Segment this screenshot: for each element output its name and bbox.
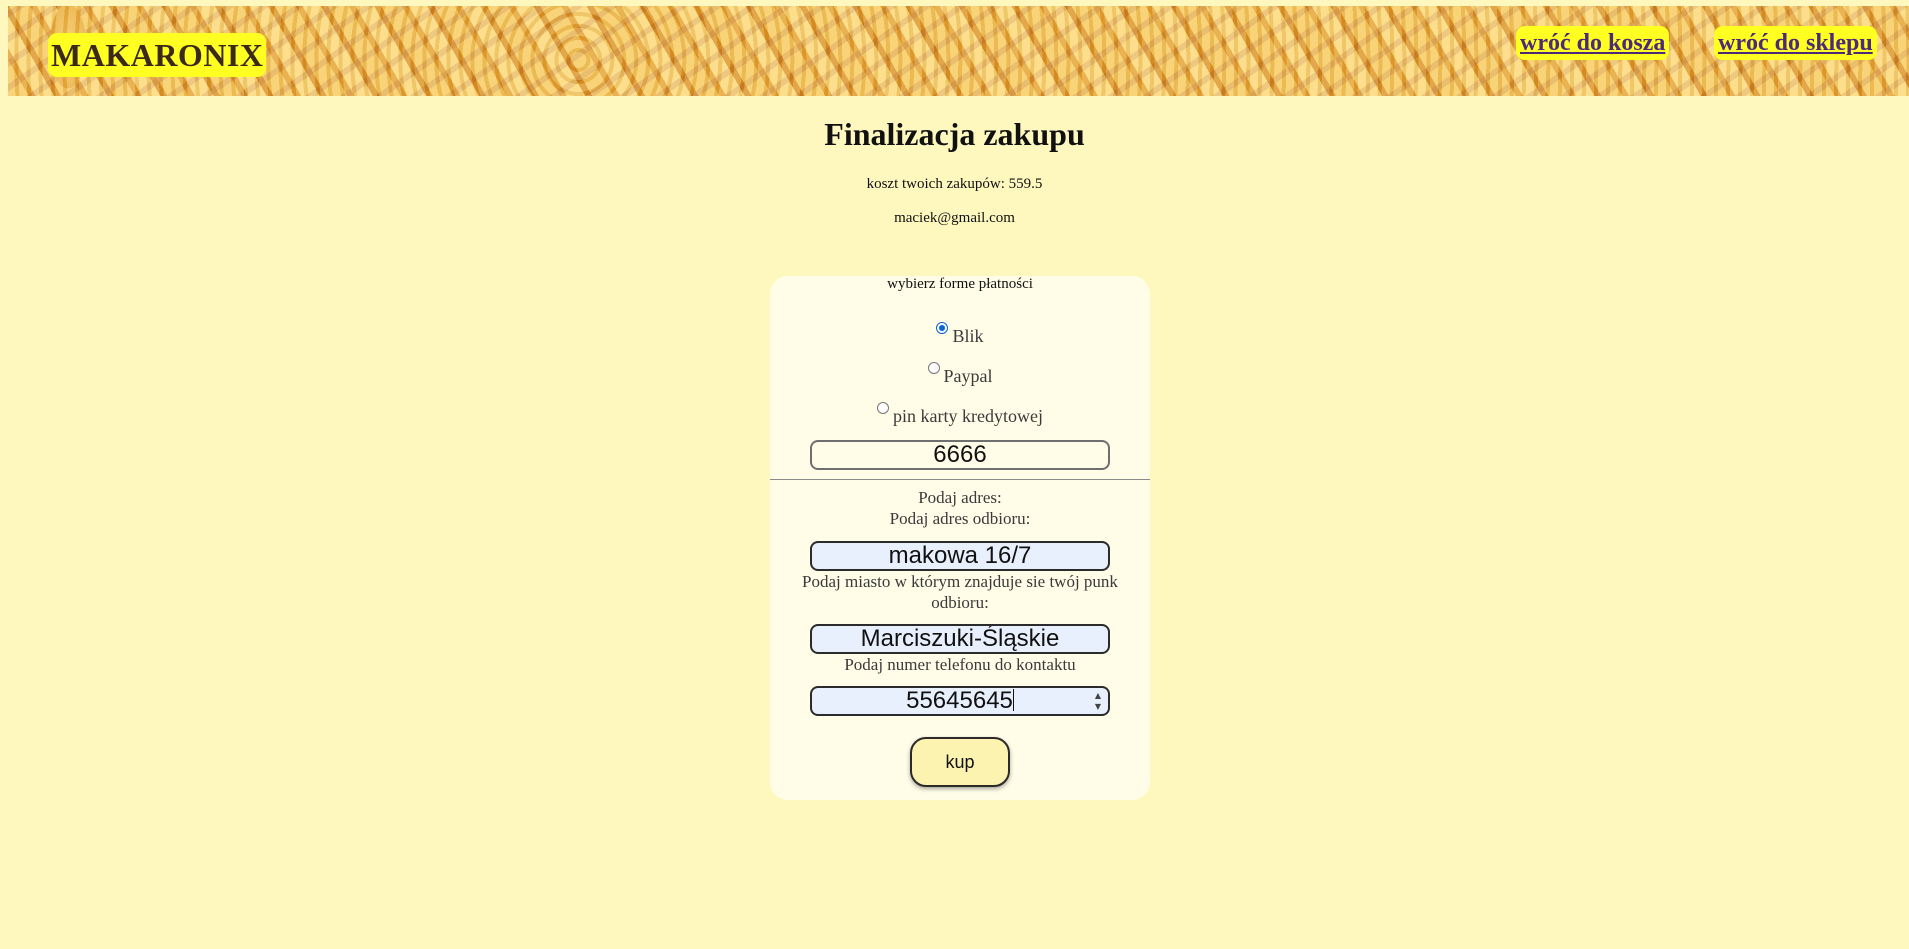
payment-method-heading: wybierz forme płatności (887, 276, 1033, 292)
radio-card-pin[interactable] (877, 402, 890, 414)
payment-option-card-pin[interactable]: pin karty kredytowej (770, 402, 1150, 427)
payment-option-label: Paypal (943, 366, 993, 386)
radio-paypal[interactable] (927, 362, 940, 374)
pin-input[interactable]: 6666 (810, 440, 1110, 470)
payment-option-label: pin karty kredytowej (893, 406, 1043, 426)
page-title: Finalizacja zakupu (824, 116, 1085, 152)
pickup-address-input[interactable]: makowa 16/7 (810, 541, 1110, 571)
phone-label: Podaj numer telefonu do kontaktu (844, 655, 1076, 674)
phone-value: 55645645 (906, 687, 1013, 714)
buy-button[interactable]: kup (910, 737, 1010, 787)
back-to-basket-link[interactable]: wróć do kosza (1516, 26, 1670, 60)
purchase-cost: koszt twoich zakupów: 559.5 (866, 176, 1043, 192)
city-input[interactable]: Marciszuki-Śląskie (810, 624, 1110, 654)
text-caret (1012, 689, 1014, 711)
user-email: maciek@gmail.com (894, 210, 1015, 226)
address-label: Podaj adres: (918, 488, 1002, 507)
back-to-shop-link[interactable]: wróć do sklepu (1714, 26, 1877, 60)
number-spinner-icon[interactable]: ▲ ▼ (1094, 690, 1102, 712)
checkout-form: wybierz forme płatności Blik Paypal pin … (770, 276, 1150, 800)
city-label: Podaj miasto w którym znajduje sie twój … (802, 572, 1118, 612)
payment-option-blik[interactable]: Blik (770, 322, 1150, 347)
site-logo[interactable]: MAKARONIX (48, 33, 267, 77)
payment-option-paypal[interactable]: Paypal (770, 362, 1150, 387)
pickup-address-label: Podaj adres odbioru: (889, 509, 1031, 528)
header-banner: MAKARONIX wróć do kosza wróć do sklepu (8, 6, 1909, 96)
radio-blik[interactable] (936, 322, 949, 334)
payment-option-label: Blik (952, 326, 984, 346)
section-divider (770, 479, 1150, 480)
phone-input[interactable]: 55645645 ▲ ▼ (810, 686, 1110, 716)
